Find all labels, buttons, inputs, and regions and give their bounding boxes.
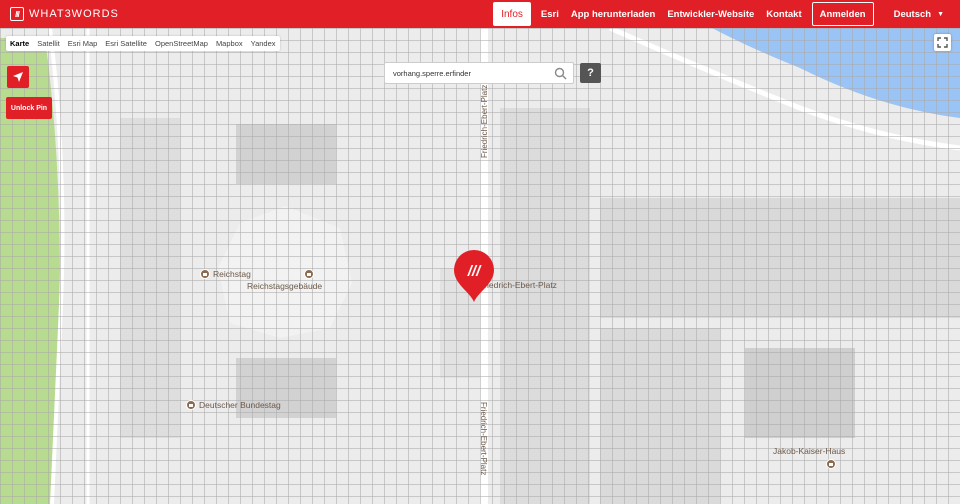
- maptab-esri-map[interactable]: Esri Map: [64, 39, 102, 48]
- fullscreen-icon: [937, 37, 948, 48]
- map-pin-icon: ///: [454, 250, 494, 302]
- street-label-bottom: Friedrich-Ebert-Platz: [479, 402, 488, 476]
- poi-label: Jakob-Kaiser-Haus: [773, 446, 846, 456]
- maptab-satellit[interactable]: Satellit: [33, 39, 64, 48]
- maptab-openstreetmap[interactable]: OpenStreetMap: [151, 39, 212, 48]
- search-icon[interactable]: [554, 67, 567, 80]
- fullscreen-button[interactable]: [934, 34, 951, 51]
- navigation-arrow-icon: [13, 72, 23, 82]
- poi-deutscher-bundestag[interactable]: Deutscher Bundestag: [186, 400, 281, 410]
- locate-me-button[interactable]: [7, 66, 29, 88]
- maptab-karte[interactable]: Karte: [6, 39, 33, 48]
- caret-down-icon: ▼: [937, 10, 944, 18]
- logo-mark: ///: [10, 7, 24, 21]
- top-navigation-bar: /// WHAT3WORDS Infos Esri App herunterla…: [0, 0, 960, 28]
- landmark-icon: [200, 269, 210, 279]
- nav-infos[interactable]: Infos: [493, 2, 531, 26]
- logo-text: WHAT3WORDS: [29, 8, 119, 20]
- poi-label: Deutscher Bundestag: [199, 400, 281, 410]
- language-selector[interactable]: Deutsch ▼: [888, 0, 960, 28]
- unlock-pin-button[interactable]: Unlock Pin: [6, 97, 52, 119]
- museum-icon: [826, 459, 836, 469]
- pin-mark: ///: [467, 263, 482, 280]
- language-label: Deutsch: [893, 8, 932, 20]
- nav-download-app[interactable]: App herunterladen: [565, 0, 661, 28]
- maptab-yandex[interactable]: Yandex: [247, 39, 280, 48]
- help-button[interactable]: ?: [580, 63, 601, 83]
- street-label-top: Friedrich-Ebert-Platz: [480, 84, 489, 158]
- poi-reichstag[interactable]: Reichstag: [200, 269, 251, 279]
- poi-label: Reichstag: [213, 269, 251, 279]
- search-box: [384, 62, 574, 84]
- maptab-esri-satellite[interactable]: Esri Satellite: [101, 39, 151, 48]
- museum-icon: [304, 269, 314, 279]
- map-type-tabs: Karte Satellit Esri Map Esri Satellite O…: [6, 36, 280, 51]
- nav-esri[interactable]: Esri: [535, 0, 565, 28]
- login-button[interactable]: Anmelden: [811, 2, 874, 26]
- nav-contact[interactable]: Kontakt: [760, 0, 807, 28]
- search-input[interactable]: [385, 68, 545, 78]
- map-canvas[interactable]: Reichstag Reichstagsgebäude Deutscher Bu…: [0, 28, 960, 504]
- poi-jakob-kaiser-haus[interactable]: Jakob-Kaiser-Haus: [773, 446, 845, 456]
- museum-icon: [186, 400, 196, 410]
- poi-reichstagsgebaeude-icon[interactable]: [304, 269, 317, 279]
- nav-developer-website[interactable]: Entwickler-Website: [661, 0, 760, 28]
- what3words-logo[interactable]: /// WHAT3WORDS: [10, 7, 119, 21]
- poi-label: Reichstagsgebäude: [247, 281, 323, 291]
- maptab-mapbox[interactable]: Mapbox: [212, 39, 247, 48]
- poi-reichstagsgebaeude[interactable]: Reichstagsgebäude: [247, 281, 322, 291]
- main-nav: Infos Esri App herunterladen Entwickler-…: [493, 0, 960, 28]
- poi-jakob-kaiser-haus-icon[interactable]: [826, 459, 839, 469]
